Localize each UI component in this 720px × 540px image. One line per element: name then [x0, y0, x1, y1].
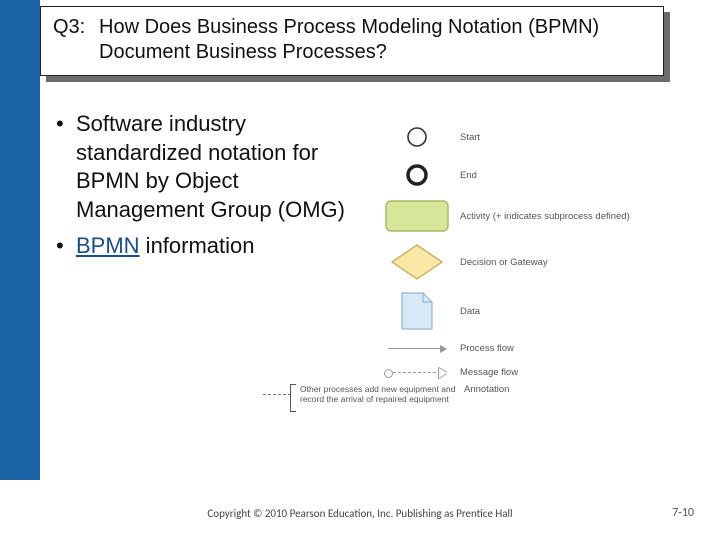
- legend-label-end: End: [456, 170, 696, 181]
- bpmn-link[interactable]: BPMN: [76, 233, 140, 258]
- end-icon: [378, 164, 456, 186]
- bullet-2: BPMN information: [56, 232, 366, 261]
- slide-title: Q3:How Does Business Process Modeling No…: [40, 6, 664, 76]
- legend-row-data: Data: [378, 286, 696, 336]
- data-icon: [378, 290, 456, 332]
- legend-label-process-flow: Process flow: [456, 343, 696, 354]
- bullet-1: Software industry standardized notation …: [56, 110, 366, 224]
- title-prefix: Q3:: [53, 15, 99, 40]
- legend-row-annotation: Other processes add new equipment and re…: [320, 384, 696, 420]
- legend-label-data: Data: [456, 306, 696, 317]
- legend-row-activity: Activity (+ indicates subprocess defined…: [378, 194, 696, 238]
- page-number: 7-10: [672, 506, 694, 520]
- slide-sidebar: [0, 0, 40, 480]
- activity-icon: [378, 199, 456, 233]
- annotation-sample-text: Other processes add new equipment and re…: [296, 384, 456, 404]
- start-icon: [378, 126, 456, 148]
- bullet-2-rest: information: [140, 233, 255, 258]
- decision-icon: [378, 242, 456, 282]
- body-content: Software industry standardized notation …: [56, 110, 366, 269]
- message-flow-icon: [378, 372, 456, 373]
- title-text: How Does Business Process Modeling Notat…: [99, 15, 639, 65]
- legend-row-decision: Decision or Gateway: [378, 238, 696, 286]
- annotation-icon: Other processes add new equipment and re…: [320, 384, 456, 412]
- copyright-footer: Copyright © 2010 Pearson Education, Inc.…: [0, 507, 720, 520]
- process-flow-icon: [378, 348, 456, 349]
- legend-row-process-flow: Process flow: [378, 336, 696, 360]
- legend-row-start: Start: [378, 118, 696, 156]
- legend-row-end: End: [378, 156, 696, 194]
- bpmn-legend: Start End Activity (+ indicates subproce…: [378, 118, 696, 420]
- legend-label-start: Start: [456, 132, 696, 143]
- legend-label-message-flow: Message flow: [456, 367, 696, 378]
- legend-label-activity: Activity (+ indicates subprocess defined…: [456, 211, 696, 222]
- legend-label-annotation: Annotation: [456, 384, 696, 395]
- legend-row-message-flow: Message flow: [378, 360, 696, 384]
- legend-label-decision: Decision or Gateway: [456, 257, 696, 268]
